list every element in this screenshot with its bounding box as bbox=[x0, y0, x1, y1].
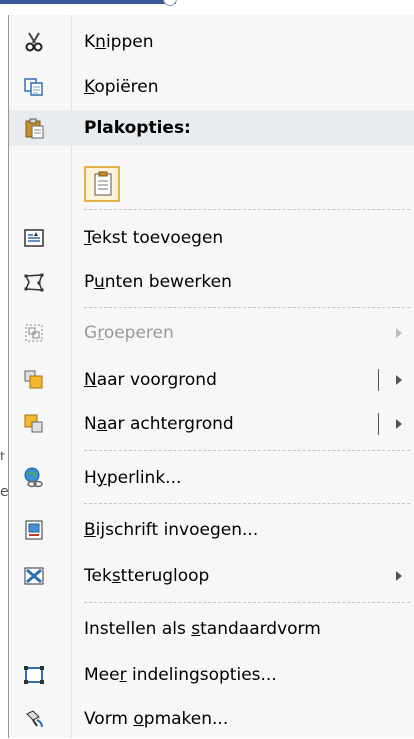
split-button-divider bbox=[378, 369, 379, 391]
edit-points-icon bbox=[23, 271, 45, 293]
menu-item-send-to-back[interactable]: Naar achtergrond bbox=[9, 404, 414, 444]
submenu-arrow-icon bbox=[396, 571, 402, 581]
menu-item-label: Groeperen bbox=[84, 323, 174, 343]
paste-icon bbox=[23, 117, 45, 139]
format-shape-icon bbox=[23, 708, 45, 730]
bring-forward-icon bbox=[23, 369, 45, 391]
paste-options-header: Plakopties: bbox=[9, 110, 414, 146]
menu-item-label: Naar voorgrond bbox=[84, 370, 217, 390]
copy-icon bbox=[23, 76, 45, 98]
menu-item-label: Vorm opmaken... bbox=[84, 709, 229, 729]
menu-item-cut[interactable]: Knippen bbox=[9, 22, 414, 62]
menu-item-text-wrapping[interactable]: Tekstterugloop bbox=[9, 556, 414, 596]
menu-item-label: Tekstterugloop bbox=[84, 566, 210, 586]
menu-item-label: Naar achtergrond bbox=[84, 414, 234, 434]
text-wrap-icon bbox=[23, 565, 45, 587]
separator bbox=[84, 209, 410, 210]
group-icon bbox=[23, 322, 45, 344]
menu-item-hyperlink[interactable]: Hyperlink... bbox=[9, 458, 414, 498]
separator bbox=[84, 503, 410, 504]
menu-item-label: Plakopties: bbox=[84, 118, 191, 138]
caption-icon bbox=[23, 519, 45, 541]
menu-item-set-default-shape[interactable]: Instellen als standaardvorm bbox=[9, 609, 414, 649]
menu-item-more-layout-options[interactable]: Meer indelingsopties... bbox=[9, 655, 414, 695]
menu-item-add-text[interactable]: Tekst toevoegen bbox=[9, 218, 414, 258]
menu-item-label: Hyperlink... bbox=[84, 468, 182, 488]
layout-options-icon bbox=[23, 664, 45, 686]
background-text-fragment: t bbox=[0, 450, 6, 460]
menu-item-label: Punten bewerken bbox=[84, 272, 232, 292]
context-menu: Knippen Kopiëren Plakopties: Tekst toevo… bbox=[8, 15, 414, 738]
menu-item-label: Kopiëren bbox=[84, 77, 159, 97]
menu-item-bring-to-front[interactable]: Naar voorgrond bbox=[9, 360, 414, 400]
scissors-icon bbox=[23, 31, 45, 53]
separator bbox=[84, 307, 410, 308]
hyperlink-icon bbox=[23, 467, 45, 489]
top-border-line bbox=[0, 0, 176, 4]
textbox-icon bbox=[23, 227, 45, 249]
menu-item-label: Instellen als standaardvorm bbox=[84, 619, 321, 639]
menu-item-label: Knippen bbox=[84, 32, 154, 52]
menu-item-label: Tekst toevoegen bbox=[84, 228, 224, 248]
separator bbox=[84, 602, 410, 603]
split-button-divider bbox=[378, 413, 379, 435]
background-text-fragment: e bbox=[0, 484, 8, 498]
resize-handle[interactable] bbox=[163, 0, 177, 6]
menu-item-label: Bijschrift invoegen... bbox=[84, 520, 259, 540]
menu-item-label: Meer indelingsopties... bbox=[84, 665, 277, 685]
menu-item-copy[interactable]: Kopiëren bbox=[9, 67, 414, 107]
paste-keep-text-icon bbox=[92, 171, 114, 201]
send-backward-icon bbox=[23, 413, 45, 435]
submenu-arrow-icon[interactable] bbox=[396, 419, 402, 429]
submenu-arrow-icon[interactable] bbox=[396, 375, 402, 385]
menu-item-group[interactable]: Groeperen bbox=[9, 313, 414, 353]
menu-item-format-shape[interactable]: Vorm opmaken... bbox=[9, 699, 414, 739]
paste-option-keep-text-only[interactable] bbox=[84, 166, 120, 202]
separator bbox=[84, 450, 410, 451]
submenu-arrow-icon bbox=[396, 328, 402, 338]
menu-item-insert-caption[interactable]: Bijschrift invoegen... bbox=[9, 510, 414, 550]
menu-item-edit-points[interactable]: Punten bewerken bbox=[9, 262, 414, 302]
